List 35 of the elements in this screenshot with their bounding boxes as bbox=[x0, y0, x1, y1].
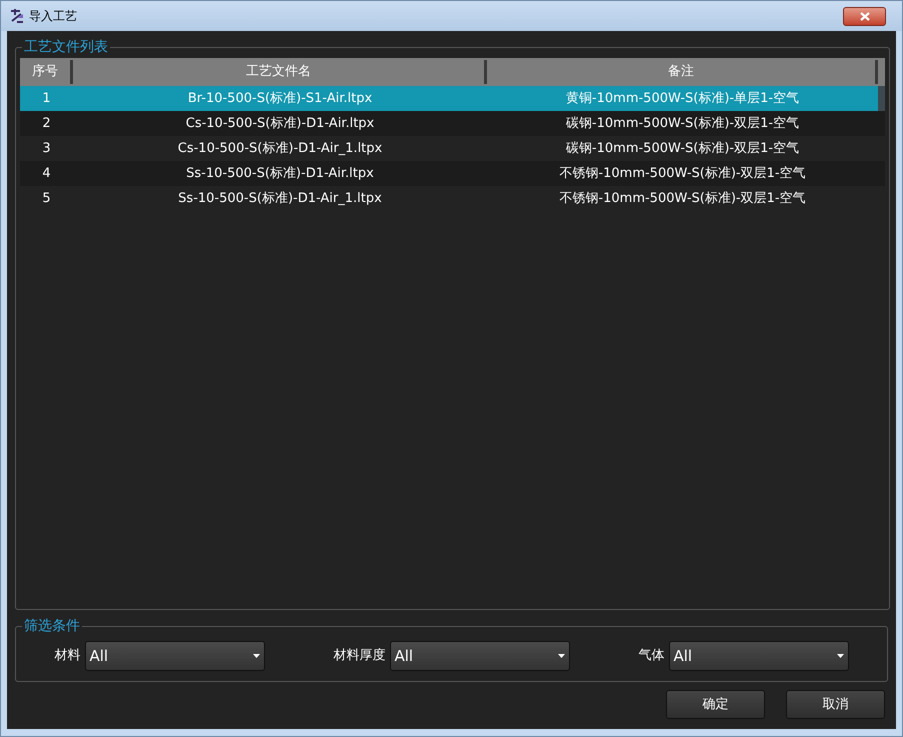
table-cell-text: 不锈钢-10mm-500W-S(标准)-双层1-空气 bbox=[558, 190, 807, 208]
table-cell-text: 5 bbox=[41, 190, 52, 208]
table-cell-text: 黄铜-10mm-500W-S(标准)-单层1-空气 bbox=[564, 90, 800, 108]
dialog-button[interactable]: 取消 bbox=[786, 690, 885, 719]
filter-label: 材料厚度 bbox=[334, 647, 386, 666]
caret-icon bbox=[558, 654, 564, 658]
table-cell-text: Cs-10-500-S(标准)-D1-Air.ltpx bbox=[184, 114, 376, 133]
close-icon bbox=[860, 12, 870, 20]
table-cell-text: 2 bbox=[41, 114, 52, 133]
group-title: 筛选条件 bbox=[23, 617, 81, 636]
table-cell-text: 4 bbox=[41, 164, 52, 183]
table-cell-text: 碳钢-10mm-500W-S(标准)-双层1-空气 bbox=[564, 114, 800, 133]
filter-label: 材料 bbox=[54, 647, 80, 666]
close-button[interactable] bbox=[843, 6, 886, 26]
caret-icon bbox=[836, 654, 844, 658]
group-title: 工艺文件列表 bbox=[23, 38, 109, 57]
app-icon bbox=[9, 8, 25, 24]
table-cell-text: Ss-10-500-S(标准)-D1-Air.ltpx bbox=[185, 164, 375, 183]
table-row[interactable]: 2 Cs-10-500-S(标准)-D1-Air.ltpx 碳钢-10mm-500W-S(标准)-双层1-空气 bbox=[20, 111, 885, 136]
window-title: 导入工艺 bbox=[29, 8, 77, 25]
filter-label: 气体 bbox=[638, 647, 664, 666]
dropdown[interactable]: All bbox=[668, 641, 848, 671]
table-cell-text: 3 bbox=[41, 140, 52, 158]
table-cell-text: Ss-10-500-S(标准)-D1-Air_1.ltpx bbox=[177, 190, 383, 208]
table-cell-text: Cs-10-500-S(标准)-D1-Air_1.ltpx bbox=[176, 140, 384, 158]
dropdown[interactable]: All bbox=[390, 641, 570, 671]
table-cell-text: 碳钢-10mm-500W-S(标准)-双层1-空气 bbox=[564, 140, 800, 158]
table-cell-text: 不锈钢-10mm-500W-S(标准)-双层1-空气 bbox=[558, 164, 807, 183]
dropdown[interactable]: All bbox=[84, 641, 264, 671]
table-row[interactable]: 4 Ss-10-500-S(标准)-D1-Air.ltpx 不锈钢-10mm-500W-S(标准)-双层1-空气 bbox=[20, 161, 885, 186]
dialog-button[interactable]: 确定 bbox=[666, 690, 765, 719]
table-cell-text: 1 bbox=[41, 90, 52, 108]
caret-icon bbox=[252, 654, 260, 658]
table-cell-text: Br-10-500-S(标准)-S1-Air.ltpx bbox=[186, 90, 374, 108]
row-end-strip bbox=[878, 86, 885, 111]
